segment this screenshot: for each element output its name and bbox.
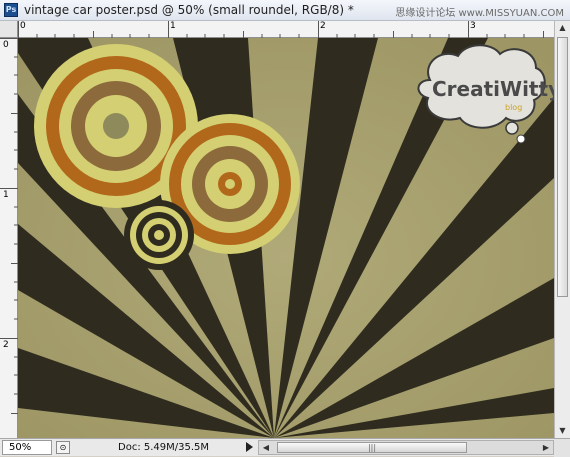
horizontal-scroll-thumb[interactable]: |||	[277, 442, 467, 453]
small-roundel	[124, 200, 194, 270]
status-bar: 50% ⊙ Doc: 5.49M/35.5M ◀ ||| ▶	[0, 438, 570, 457]
zoom-level-field[interactable]: 50%	[2, 440, 52, 455]
ruler-label-1: 1	[170, 21, 176, 31]
vruler-label-1: 1	[3, 190, 9, 200]
document-canvas[interactable]: CreatiWitty blog	[18, 38, 554, 438]
document-title-bar[interactable]: Ps vintage car poster.psd @ 50% (small r…	[0, 0, 570, 21]
document-size-info: Doc: 5.49M/35.5M	[118, 442, 210, 453]
logo-subtext: blog	[505, 103, 522, 112]
ruler-label-3: 3	[470, 21, 476, 31]
horizontal-ruler[interactable]: 0 1 2 3	[18, 21, 554, 38]
ruler-label-0: 0	[20, 21, 26, 31]
logo-cloud-dot-2	[516, 134, 526, 144]
site-watermark: 思缘设计论坛 www.MISSYUAN.COM	[395, 8, 564, 19]
ruler-origin-corner[interactable]	[0, 21, 18, 38]
scroll-left-icon[interactable]: ◀	[259, 441, 273, 454]
play-arrow-icon[interactable]	[246, 442, 253, 452]
document-title: vintage car poster.psd @ 50% (small roun…	[24, 3, 354, 17]
scroll-right-icon[interactable]: ▶	[539, 441, 553, 454]
status-menu-icon[interactable]: ⊙	[56, 441, 70, 454]
vertical-scrollbar[interactable]: ▲ ▼	[554, 21, 570, 438]
vertical-ruler-ticks	[0, 38, 18, 414]
photoshop-app-icon: Ps	[4, 3, 18, 17]
logo-text: CreatiWitty	[432, 77, 554, 101]
ruler-label-2: 2	[320, 21, 326, 31]
vertical-scroll-thumb[interactable]	[557, 37, 568, 297]
poster-artwork: CreatiWitty blog	[18, 38, 554, 438]
vruler-label-0: 0	[3, 40, 9, 50]
scroll-down-icon[interactable]: ▼	[555, 424, 570, 438]
vruler-label-2: 2	[3, 340, 9, 350]
scroll-up-icon[interactable]: ▲	[555, 21, 570, 35]
vertical-ruler[interactable]: 0 1 2	[0, 38, 18, 438]
scrollbar-corner	[554, 439, 570, 457]
horizontal-scrollbar[interactable]: ◀ ||| ▶	[258, 440, 554, 455]
logo-cloud-dot-1	[505, 121, 519, 135]
